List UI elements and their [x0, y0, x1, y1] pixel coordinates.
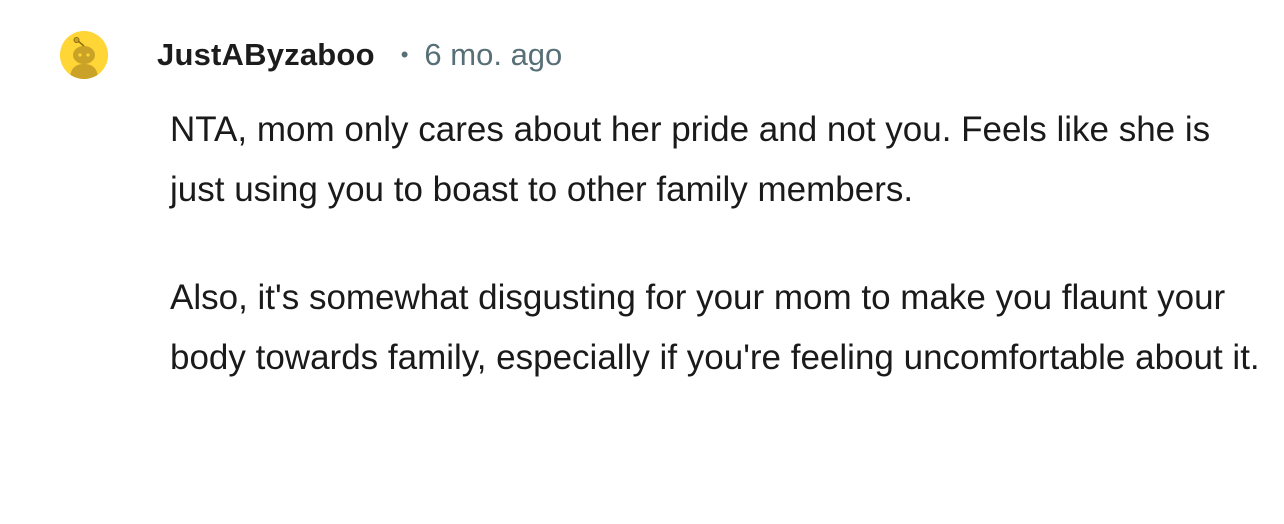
comment: JustAByzaboo • 6 mo. ago NTA, mom only c…	[0, 0, 1284, 524]
comment-paragraph: NTA, mom only cares about her pride and …	[170, 110, 1211, 209]
comment-paragraph: Also, it's somewhat disgusting for your …	[170, 278, 1260, 377]
comment-timestamp[interactable]: 6 mo. ago	[424, 37, 562, 73]
comment-body: NTA, mom only cares about her pride and …	[170, 100, 1260, 388]
meta-separator: •	[400, 42, 409, 67]
user-avatar[interactable]	[60, 31, 108, 79]
snoo-avatar-icon	[60, 31, 108, 79]
username-link[interactable]: JustAByzaboo	[157, 37, 375, 73]
comment-meta: JustAByzaboo • 6 mo. ago	[157, 35, 562, 75]
